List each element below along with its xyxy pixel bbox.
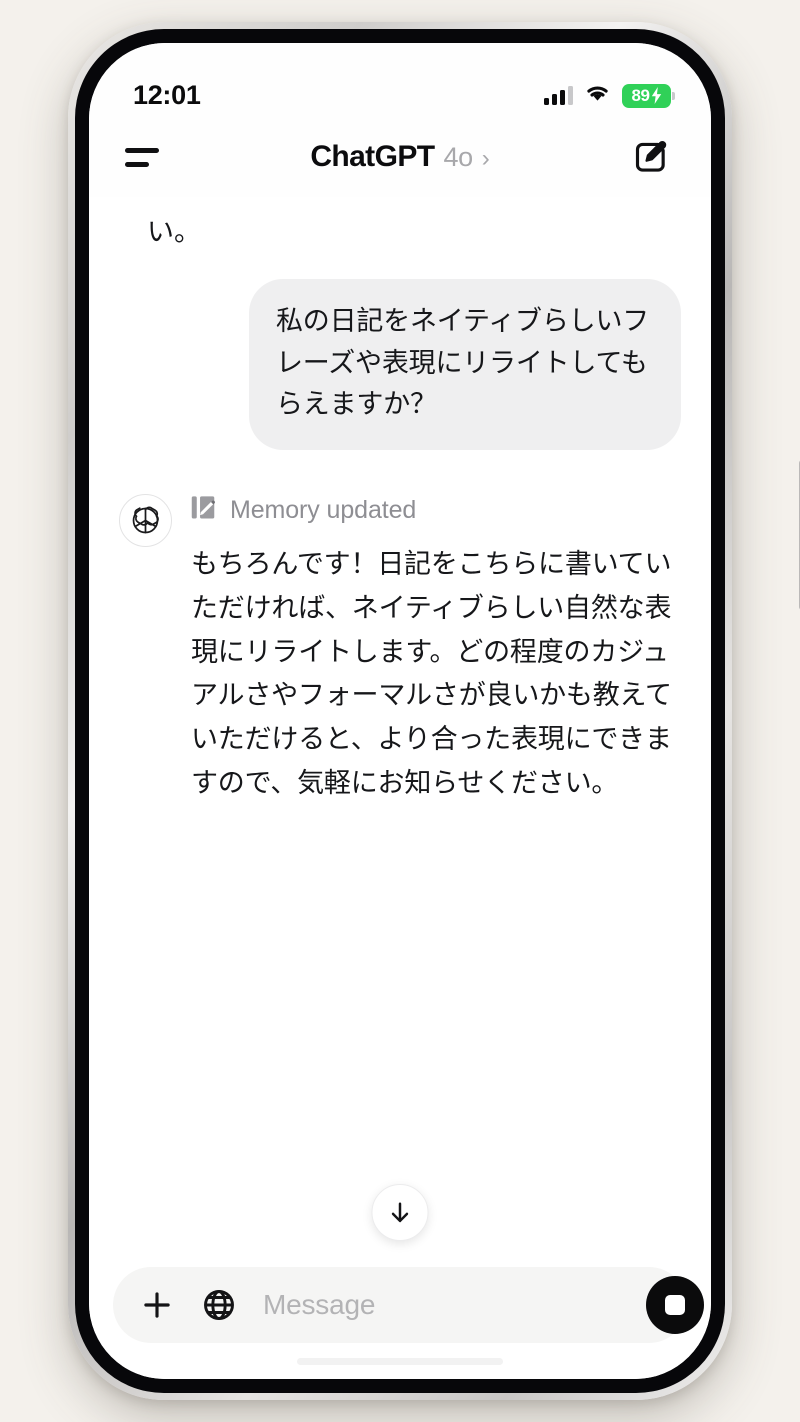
chevron-right-icon: ›: [481, 145, 490, 172]
stop-square-icon: [665, 1295, 685, 1315]
scroll-to-bottom-button[interactable]: [371, 1184, 429, 1241]
phone-screen: 12:01 89 ChatGPT 4o › い。 私の日記をネイティブらしいフレ…: [89, 43, 711, 1379]
page-title: ChatGPT: [310, 140, 435, 173]
assistant-message-row: Memory updated もちろんです！日記をこちらに書いていただければ、ネ…: [119, 490, 681, 805]
wifi-icon: [584, 83, 611, 108]
assistant-message-text: もちろんです！日記をこちらに書いていただければ、ネイティブらしい自然な表現にリラ…: [191, 549, 672, 799]
clipped-message-text: い。: [147, 217, 201, 248]
globe-icon[interactable]: [197, 1283, 241, 1327]
conversation-inner: い。 私の日記をネイティブらしいフレーズや表現にリライトしてもらえますか？ Me…: [89, 197, 711, 806]
charging-bolt-icon: [651, 87, 661, 104]
app-header: ChatGPT 4o ›: [89, 117, 711, 197]
message-input[interactable]: [259, 1289, 628, 1321]
status-icons: 89: [544, 83, 675, 111]
composer-bar: [113, 1267, 704, 1343]
battery-level: 89: [631, 85, 650, 105]
battery-indicator: 89: [622, 83, 675, 108]
status-time: 12:01: [133, 80, 201, 110]
home-indicator[interactable]: [297, 1357, 503, 1365]
stop-generating-button[interactable]: [646, 1276, 704, 1334]
conversation-scroll-area[interactable]: い。 私の日記をネイティブらしいフレーズや表現にリライトしてもらえますか？ Me…: [89, 197, 711, 1259]
assistant-message-body: Memory updated もちろんです！日記をこちらに書いていただければ、ネ…: [191, 490, 681, 805]
status-bar: 12:01 89: [89, 43, 711, 117]
phone-frame: 12:01 89 ChatGPT 4o › い。 私の日記をネイティブらしいフレ…: [68, 22, 800, 1400]
phone-bezel: 12:01 89 ChatGPT 4o › い。 私の日記をネイティブらしいフレ…: [75, 29, 725, 1393]
plus-icon[interactable]: [135, 1283, 179, 1327]
home-indicator-area: [89, 1343, 711, 1379]
memory-updated-label: Memory updated: [230, 496, 417, 525]
user-message-bubble[interactable]: 私の日記をネイティブらしいフレーズや表現にリライトしてもらえますか？: [249, 278, 681, 451]
memory-updated-icon: [191, 494, 217, 527]
battery-cap: [672, 91, 675, 100]
model-label: 4o: [443, 142, 473, 172]
model-switcher-button[interactable]: ChatGPT 4o ›: [310, 140, 489, 174]
arrow-down-icon: [391, 1202, 409, 1223]
hamburger-menu-icon[interactable]: [125, 134, 171, 180]
header-title: ChatGPT 4o ›: [89, 140, 711, 174]
composer-area: [89, 1259, 711, 1343]
user-message-row: 私の日記をネイティブらしいフレーズや表現にリライトしてもらえますか？: [119, 278, 681, 451]
memory-updated-chip: Memory updated: [191, 494, 675, 527]
openai-logo-icon: [119, 494, 172, 548]
compose-new-chat-icon[interactable]: [629, 135, 673, 179]
signal-bars-icon: [544, 86, 573, 105]
